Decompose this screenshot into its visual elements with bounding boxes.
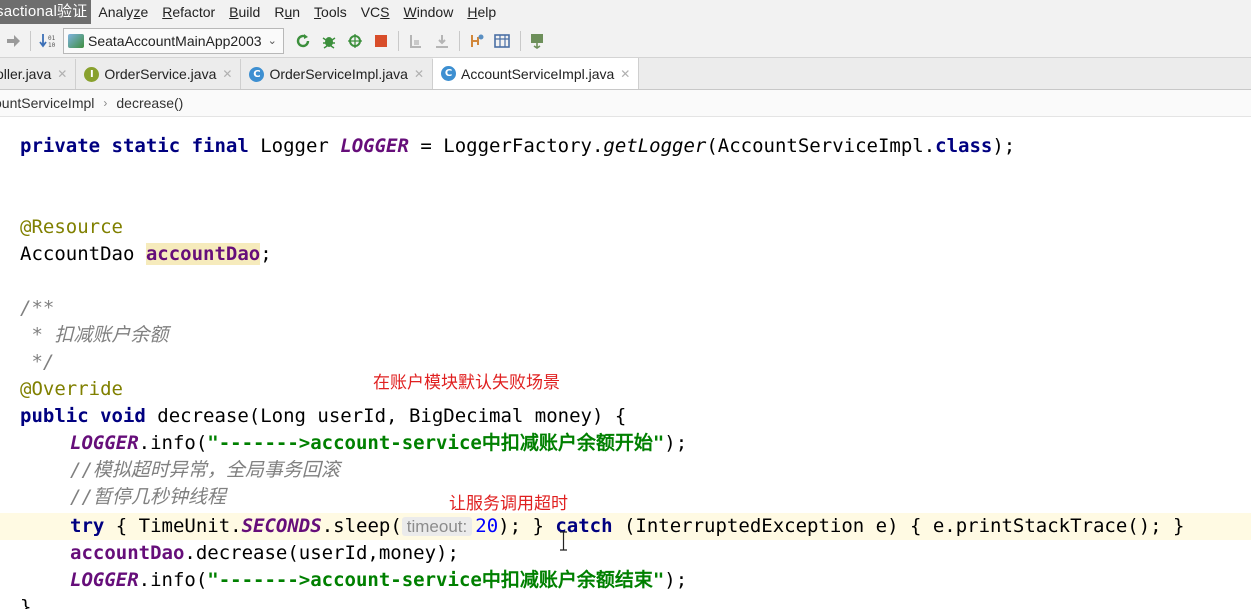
toolbar: 01 10 SeataAccountMainApp2003 ⌄ (0, 24, 1251, 58)
spring-boot-icon (68, 33, 84, 48)
code-line-method-signature: public void decrease(Long userId, BigDec… (20, 405, 627, 427)
parameter-hint: timeout: (401, 517, 473, 536)
editor-tabs: oller.java ✕ I OrderService.java ✕ C Ord… (0, 58, 1251, 90)
code-line-override: @Override (20, 378, 123, 400)
run-configuration-select[interactable]: SeataAccountMainApp2003 ⌄ (63, 27, 284, 54)
download-icon[interactable] (429, 29, 455, 53)
tab-order-service[interactable]: I OrderService.java ✕ (76, 59, 242, 89)
sort-binary-icon[interactable]: 01 10 (35, 29, 61, 53)
code-line-javadoc-open: /** (20, 297, 55, 319)
window-title: sactional验证 (0, 0, 92, 24)
toolbar-separator (458, 30, 460, 51)
tab-order-service-impl[interactable]: C OrderServiceImpl.java ✕ (241, 59, 433, 89)
annotation-default-failure: 在账户模块默认失败场景 (373, 373, 560, 392)
menu-help[interactable]: Help (460, 0, 503, 24)
code-line-field: AccountDao accountDao; (20, 243, 272, 265)
svg-text:10: 10 (48, 42, 56, 49)
menu-analyze[interactable]: Analyze (91, 0, 155, 24)
close-icon[interactable]: ✕ (222, 67, 232, 81)
code-line-try-sleep: try { TimeUnit.SECONDS.sleep(timeout: 20)… (70, 515, 1185, 537)
toolbar-separator (30, 30, 31, 51)
code-line-javadoc-close: */ (20, 351, 55, 373)
code-line-comment-timeout: //模拟超时异常，全局事务回滚 (70, 459, 340, 481)
close-icon[interactable]: ✕ (57, 67, 67, 81)
menu-window[interactable]: Window (397, 0, 461, 24)
code-line-comment-pause: //暂停几秒钟线程 (70, 486, 226, 508)
debug-bug-icon[interactable] (316, 29, 342, 53)
code-line-log-end: LOGGER.info("------->account-service中扣减账… (70, 569, 688, 591)
tab-label: AccountServiceImpl.java (461, 65, 615, 82)
class-icon: C (249, 66, 265, 82)
coverage-icon[interactable] (342, 29, 368, 53)
stop-icon[interactable] (368, 29, 394, 53)
interface-icon: I (84, 66, 100, 82)
close-icon[interactable]: ✕ (620, 67, 630, 81)
breadcrumb-class[interactable]: ountServiceImpl (0, 95, 94, 111)
tab-label: OrderServiceImpl.java (269, 66, 408, 82)
tab-label: OrderService.java (104, 66, 217, 82)
menu-run[interactable]: Run (267, 0, 307, 24)
menu-tools[interactable]: Tools (307, 0, 354, 24)
code-line-resource: @Resource (20, 216, 123, 238)
menu-build[interactable]: Build (222, 0, 267, 24)
close-icon[interactable]: ✕ (414, 67, 424, 81)
breadcrumb: ountServiceImpl › decrease() (0, 90, 1251, 117)
tab-controller[interactable]: oller.java ✕ (0, 59, 77, 89)
breadcrumb-method[interactable]: decrease() (116, 95, 183, 111)
build-module-icon[interactable] (403, 29, 429, 53)
annotation-timeout: 让服务调用超时 (449, 494, 568, 513)
code-editor[interactable]: private static final Logger LOGGER = Log… (0, 117, 1251, 609)
menu-refactor[interactable]: Refactor (155, 0, 222, 24)
toolbar-separator (519, 30, 521, 51)
code-line-javadoc-text: * 扣减账户余额 (20, 324, 169, 346)
code-line-logger: private static final Logger LOGGER = Log… (20, 135, 1016, 157)
toolbar-separator (397, 30, 399, 51)
vcs-update-icon[interactable] (525, 29, 551, 53)
menu-bar: sactional验证 Analyze Refactor Build Run T… (0, 0, 1251, 24)
tab-account-service-impl[interactable]: C AccountServiceImpl.java ✕ (433, 58, 640, 89)
run-configuration-label: SeataAccountMainApp2003 (88, 32, 262, 49)
code-line-log-start: LOGGER.info("------->account-service中扣减账… (70, 432, 688, 454)
project-structure-icon[interactable] (464, 29, 490, 53)
class-icon: C (441, 66, 456, 81)
tab-label: oller.java (0, 66, 52, 82)
code-line-closing-brace: } (20, 596, 32, 609)
chevron-down-icon: ⌄ (267, 35, 277, 47)
text-cursor-icon (560, 531, 567, 551)
chevron-right-icon: › (103, 96, 108, 110)
rerun-icon[interactable] (290, 29, 316, 53)
svg-text:01: 01 (48, 35, 56, 42)
menu-vcs[interactable]: VCS (354, 0, 397, 24)
forward-arrow-icon[interactable] (0, 29, 26, 53)
code-line-dao-decrease: accountDao.decrease(userId,money); (70, 542, 459, 564)
settings-grid-icon[interactable] (490, 29, 516, 53)
